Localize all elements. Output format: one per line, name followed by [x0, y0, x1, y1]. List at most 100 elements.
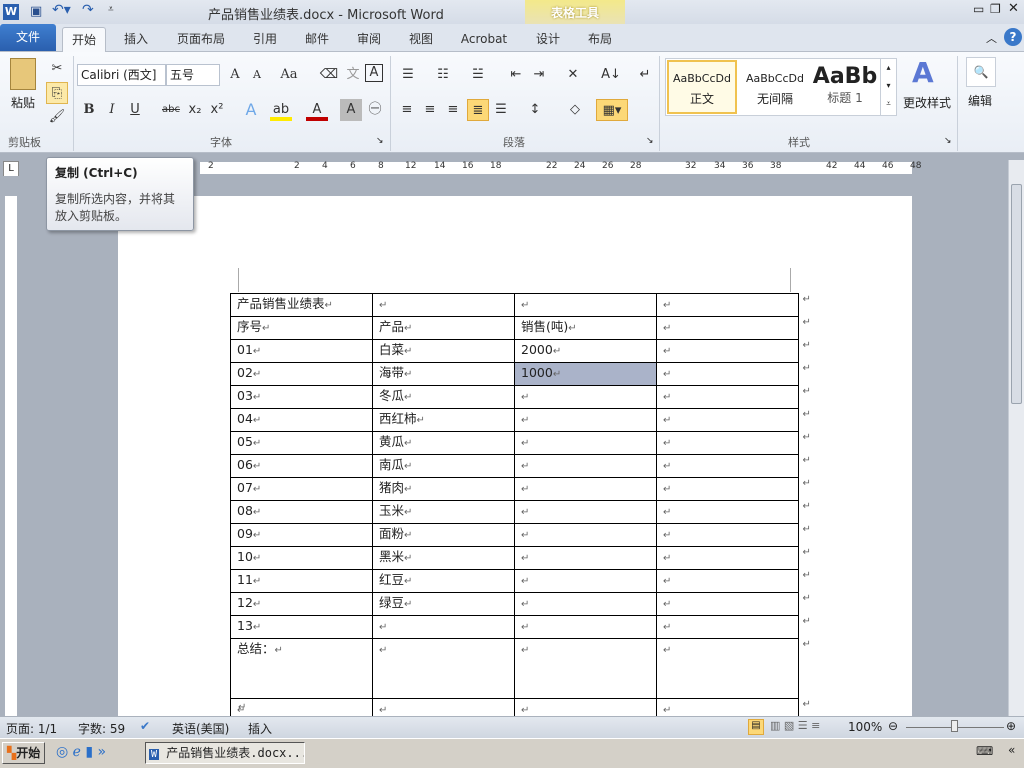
copy-icon[interactable]: ⎘	[46, 82, 68, 104]
zoom-slider-thumb[interactable]	[951, 720, 958, 732]
table-cell[interactable]: ↵	[656, 316, 799, 340]
paragraph-dialog-launcher-icon[interactable]: ↘	[646, 136, 654, 146]
table-cell[interactable]: ↵	[656, 546, 799, 570]
multilevel-list-icon[interactable]: ☱	[467, 64, 489, 86]
table-cell[interactable]: 绿豆↵	[372, 592, 515, 616]
table-cell[interactable]: 产品↵	[372, 316, 515, 340]
zoom-out-icon[interactable]: ⊖	[888, 719, 898, 733]
table-cell[interactable]: 05↵	[230, 431, 373, 455]
print-layout-icon[interactable]: ▤	[748, 719, 764, 735]
start-button[interactable]: ▚开始	[2, 742, 46, 764]
save-icon[interactable]: ▣	[30, 4, 42, 19]
enclose-character-icon[interactable]: ㊀	[364, 99, 386, 121]
customize-qat-icon[interactable]: ⩡	[108, 4, 114, 15]
vertical-ruler[interactable]	[0, 176, 20, 716]
sort-icon[interactable]: A↓	[600, 64, 622, 86]
tab-layout[interactable]: 布局	[580, 27, 620, 52]
table-cell[interactable]: ↵	[656, 408, 799, 432]
subscript-icon[interactable]: x₂	[184, 99, 206, 121]
superscript-icon[interactable]: x²	[206, 99, 228, 121]
table-cell[interactable]: ↵	[372, 615, 515, 639]
table-cell[interactable]: 序号↵	[230, 316, 373, 340]
ruler-toggle[interactable]: L	[3, 161, 19, 177]
clear-format-icon[interactable]: ⌫	[318, 64, 340, 86]
table-cell[interactable]: 红豆↵	[372, 569, 515, 593]
table-cell[interactable]: ↵	[514, 477, 657, 501]
word-count[interactable]: 字数: 59	[78, 720, 125, 737]
table-cell[interactable]: ↵	[514, 293, 657, 317]
show-marks-icon[interactable]: ↵	[634, 64, 656, 86]
vertical-scrollbar[interactable]	[1008, 160, 1024, 716]
font-color-icon[interactable]: A	[306, 99, 328, 121]
table-cell[interactable]: ↵	[656, 454, 799, 478]
character-shading-icon[interactable]: A	[340, 99, 362, 121]
table-cell[interactable]: ↵	[372, 293, 515, 317]
table-cell[interactable]: 06↵	[230, 454, 373, 478]
tab-insert[interactable]: 插入	[116, 27, 156, 52]
table-cell[interactable]: 面粉↵	[372, 523, 515, 547]
text-effects-icon[interactable]: A	[240, 99, 262, 121]
restore-button[interactable]: ❐	[990, 2, 1001, 16]
numbering-icon[interactable]: ☷	[432, 64, 454, 86]
highlight-icon[interactable]: ab	[270, 99, 292, 121]
scroll-thumb[interactable]	[1011, 184, 1022, 404]
table-cell[interactable]: 12↵	[230, 592, 373, 616]
align-right-icon[interactable]: ≡	[442, 99, 464, 121]
table-cell[interactable]: 2000↵	[514, 339, 657, 363]
justify-icon[interactable]: ≣	[467, 99, 489, 121]
table-cell[interactable]: 玉米↵	[372, 500, 515, 524]
table-cell[interactable]: 总结：↵	[230, 638, 373, 699]
tab-references[interactable]: 引用	[245, 27, 285, 52]
table-cell[interactable]: ↵	[656, 638, 799, 699]
line-spacing-icon[interactable]: ↕	[524, 99, 546, 121]
undo-icon[interactable]: ↶▾	[52, 2, 71, 18]
align-center-icon[interactable]: ≡	[419, 99, 441, 121]
shading-icon[interactable]: ◇	[564, 99, 586, 121]
view-buttons[interactable]: ▥ ▧ ☰ ≡	[770, 719, 820, 732]
insert-mode[interactable]: 插入	[248, 720, 272, 737]
table-cell[interactable]: ↵	[656, 592, 799, 616]
taskbar-word-window[interactable]: W 产品销售业绩表.docx...	[145, 742, 305, 764]
style-heading-1[interactable]: AaBb 标题 1	[812, 60, 878, 114]
page-count[interactable]: 页面: 1/1	[6, 720, 57, 737]
table-cell[interactable]: ↵	[514, 615, 657, 639]
grow-font-icon[interactable]: A	[224, 64, 246, 86]
table-cell[interactable]: ↵	[656, 431, 799, 455]
table-cell[interactable]: 黑米↵	[372, 546, 515, 570]
style-gallery-scroll[interactable]: ▴ ▾ ⩡	[880, 59, 896, 115]
table-cell[interactable]: 海带↵	[372, 362, 515, 386]
distributed-icon[interactable]: ☰	[490, 99, 512, 121]
tab-view[interactable]: 视图	[401, 27, 441, 52]
table-cell[interactable]: ↵	[514, 385, 657, 409]
format-painter-icon[interactable]: 🖌	[46, 106, 68, 128]
table-cell[interactable]: 猪肉↵	[372, 477, 515, 501]
table-cell[interactable]: 销售(吨)↵	[514, 316, 657, 340]
underline-icon[interactable]: U	[124, 99, 146, 121]
change-styles-button[interactable]: 更改样式	[903, 94, 951, 111]
table-cell[interactable]: ↵	[514, 638, 657, 699]
character-border-icon[interactable]: A	[365, 64, 383, 82]
table-cell[interactable]: 04↵	[230, 408, 373, 432]
tab-file[interactable]: 文件	[0, 24, 56, 51]
table-cell[interactable]: 11↵	[230, 569, 373, 593]
zoom-level[interactable]: 100%	[848, 720, 882, 734]
tab-review[interactable]: 审阅	[349, 27, 389, 52]
table-cell[interactable]: 南瓜↵	[372, 454, 515, 478]
quicklaunch-icons[interactable]: ◎ ℯ ▮ »	[56, 744, 106, 760]
table-cell[interactable]: ↵	[656, 293, 799, 317]
redo-icon[interactable]: ↷	[82, 2, 94, 18]
language[interactable]: 英语(美国)	[172, 720, 229, 737]
sales-table[interactable]: 产品销售业绩表↵ ↵ ↵ ↵ ↵ 序号↵ 产品↵ 销售(吨)↵ ↵ ↵ 01↵ 白菜↵ 2000↵ ↵ ↵ 0…	[230, 293, 811, 722]
table-cell[interactable]: 09↵	[230, 523, 373, 547]
table-cell[interactable]: ↵	[514, 408, 657, 432]
cut-icon[interactable]: ✂	[46, 58, 68, 80]
table-cell[interactable]: ↵	[514, 569, 657, 593]
decrease-indent-icon[interactable]: ⇤	[505, 64, 527, 86]
table-cell[interactable]: ↵	[656, 569, 799, 593]
word-icon[interactable]: W	[3, 4, 19, 20]
borders-icon[interactable]: ▦▾	[596, 99, 628, 121]
table-cell[interactable]: ↵	[514, 546, 657, 570]
change-case-icon[interactable]: Aa	[278, 64, 300, 86]
align-left-icon[interactable]: ≡	[396, 99, 418, 121]
table-cell[interactable]: 13↵	[230, 615, 373, 639]
